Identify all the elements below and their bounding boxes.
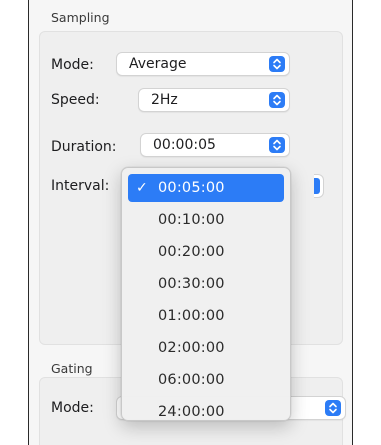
interval-option[interactable]: 00:20:00: [128, 236, 284, 268]
interval-option-label: 00:10:00: [158, 212, 225, 228]
gating-mode-label: Mode:: [51, 400, 94, 416]
sampling-speed-popup[interactable]: 2Hz: [138, 88, 290, 112]
sampling-duration-label: Duration:: [51, 139, 117, 155]
up-down-chevron-icon: [269, 56, 285, 72]
sampling-mode-popup[interactable]: Average: [116, 52, 290, 76]
sampling-interval-popup[interactable]: [314, 174, 324, 198]
interval-option[interactable]: 06:00:00: [128, 364, 284, 396]
interval-option[interactable]: 24:00:00: [128, 396, 284, 428]
up-down-chevron-icon: [325, 400, 341, 416]
interval-option-label: 02:00:00: [158, 340, 225, 356]
interval-option[interactable]: 02:00:00: [128, 332, 284, 364]
sampling-duration-value: 00:00:05: [153, 137, 216, 153]
sampling-mode-label: Mode:: [51, 57, 94, 73]
interval-option-label: 01:00:00: [158, 308, 225, 324]
interval-option[interactable]: 00:30:00: [128, 268, 284, 300]
gating-section-title: Gating: [51, 361, 93, 376]
checkmark-icon: ✓: [136, 180, 148, 196]
sampling-duration-popup[interactable]: 00:00:05: [140, 133, 290, 157]
interval-option-label: 24:00:00: [158, 404, 225, 420]
sampling-mode-value: Average: [129, 56, 187, 72]
interval-option-label: 00:20:00: [158, 244, 225, 260]
interval-option-label: 00:05:00: [158, 180, 225, 196]
sampling-interval-label: Interval:: [51, 178, 110, 194]
interval-option[interactable]: 01:00:00: [128, 300, 284, 332]
interval-option-label: 00:30:00: [158, 276, 225, 292]
interval-option[interactable]: ✓ 00:05:00: [128, 174, 284, 202]
interval-dropdown-menu: ✓ 00:05:00 00:10:00 00:20:00 00:30:00 01…: [121, 167, 291, 421]
up-down-chevron-icon: [269, 137, 285, 153]
up-down-chevron-icon: [314, 178, 320, 194]
interval-option[interactable]: 00:10:00: [128, 204, 284, 236]
up-down-chevron-icon: [269, 92, 285, 108]
sampling-speed-label: Speed:: [51, 92, 100, 108]
sampling-speed-value: 2Hz: [151, 92, 178, 108]
interval-option-label: 06:00:00: [158, 372, 225, 388]
sampling-section-title: Sampling: [51, 10, 110, 25]
